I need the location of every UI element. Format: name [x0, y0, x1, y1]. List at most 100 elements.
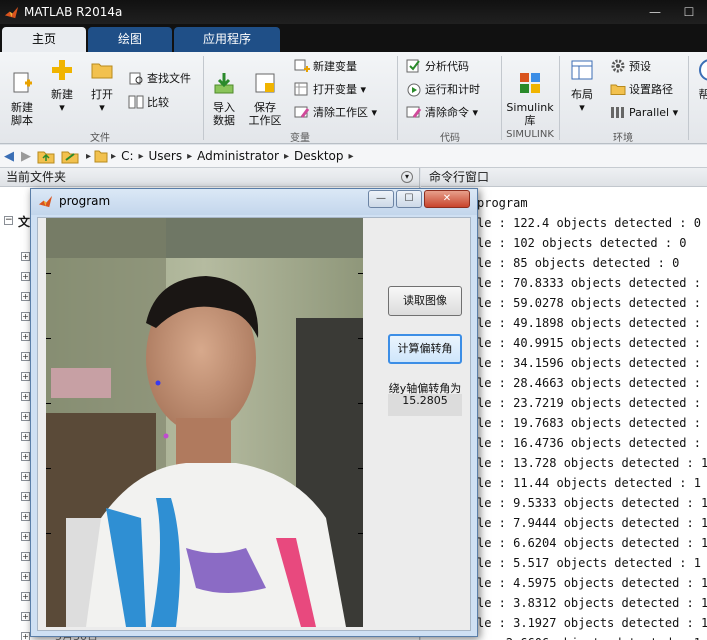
tree-expand-icon[interactable]: +: [21, 632, 30, 640]
command-output-line: le : 122.4 objects detected : 0: [477, 216, 701, 230]
chevron-right-icon: ▸: [187, 150, 193, 162]
maximize-icon[interactable]: ☐: [396, 190, 422, 208]
layout-button[interactable]: 布局 ▾: [566, 58, 598, 114]
breadcrumb-desktop[interactable]: Desktop: [294, 149, 344, 163]
tree-expand-icon[interactable]: +: [21, 612, 30, 621]
back-arrow-icon[interactable]: ◀: [4, 149, 14, 164]
program-title: program: [59, 194, 111, 208]
set-path-button[interactable]: 设置路径: [610, 79, 673, 99]
tree-expand-icon[interactable]: +: [21, 432, 30, 441]
axis-tick: [358, 403, 363, 404]
clear-workspace-button[interactable]: 清除工作区 ▾: [294, 102, 377, 122]
command-output-line: le : 59.0278 objects detected : 0: [477, 296, 707, 310]
analyze-code-button[interactable]: 分析代码: [406, 56, 469, 76]
tree-expand-icon[interactable]: +: [21, 412, 30, 421]
tree-expand-icon[interactable]: +: [21, 552, 30, 561]
tree-expand-icon[interactable]: +: [21, 352, 30, 361]
ribbon-divider: [397, 56, 398, 140]
chevron-right-icon: ▸: [283, 150, 289, 162]
tree-expand-icon[interactable]: +: [21, 252, 30, 261]
ribbon-divider: [203, 56, 204, 140]
tree-expand-icon[interactable]: +: [21, 532, 30, 541]
set-path-icon: [610, 84, 626, 95]
preferences-button[interactable]: 预设: [610, 56, 651, 76]
tab-apps[interactable]: 应用程序: [174, 27, 280, 52]
group-label-code: 代码: [440, 133, 460, 144]
command-output-line: le : 5.517 objects detected : 1: [477, 556, 701, 570]
tree-expand-icon[interactable]: +: [21, 472, 30, 481]
program-title-bar[interactable]: program — ☐ ✕: [31, 189, 477, 215]
layout-icon: [571, 60, 593, 80]
save-workspace-button[interactable]: 保存 工作区: [246, 58, 284, 127]
app-title-bar: MATLAB R2014a — ☐: [0, 0, 707, 24]
close-icon[interactable]: ✕: [424, 190, 470, 208]
breadcrumb-administrator[interactable]: Administrator: [197, 149, 279, 163]
read-image-button[interactable]: 读取图像: [388, 286, 462, 316]
parallel-button[interactable]: Parallel ▾: [610, 102, 678, 122]
run-and-time-button[interactable]: 运行和计时: [406, 79, 480, 99]
tree-expand-icon[interactable]: +: [21, 492, 30, 501]
open-variable-button[interactable]: 打开变量 ▾: [294, 79, 366, 99]
axis-tick: [46, 273, 51, 274]
breadcrumb-c[interactable]: C:: [121, 149, 133, 163]
tree-expand-icon[interactable]: +: [21, 312, 30, 321]
command-output-line: le : 102 objects detected : 0: [477, 236, 687, 250]
analyze-code-icon: [406, 59, 420, 73]
new-script-icon: [13, 72, 32, 93]
tree-expand-icon[interactable]: +: [21, 392, 30, 401]
command-output-line: e : 2.6606 objects detected : 1: [477, 636, 701, 640]
command-output-line: le : 9.5333 objects detected : 1: [477, 496, 707, 510]
forward-arrow-icon[interactable]: ▶: [21, 149, 31, 164]
import-data-button[interactable]: 导入 数据: [208, 58, 240, 127]
ribbon-toolbar: 新建 脚本 新建 ▾ 打开 ▾ 查找文件 比较 文件 导入 数据 保存 工作区 新建…: [0, 52, 707, 144]
command-output-line: le : 13.728 objects detected : 1: [477, 456, 707, 470]
minimize-icon[interactable]: —: [368, 190, 394, 208]
command-output-line: le : 11.44 objects detected : 1: [477, 476, 701, 490]
browse-folder-icon[interactable]: [61, 148, 79, 164]
chevron-down-icon: ▾: [472, 105, 479, 119]
compare-icon: [128, 95, 144, 109]
minimize-icon[interactable]: —: [637, 0, 673, 24]
command-output-line: le : 49.1898 objects detected : 0: [477, 316, 707, 330]
new-variable-button[interactable]: 新建变量: [294, 56, 357, 76]
chevron-down-icon: ▾: [672, 105, 679, 119]
tab-home[interactable]: 主页: [2, 27, 86, 52]
find-files-button[interactable]: 查找文件: [128, 68, 191, 88]
tree-expand-icon[interactable]: +: [21, 512, 30, 521]
axis-tick: [46, 338, 51, 339]
folder-icon: [91, 63, 113, 79]
group-label-environment: 环境: [613, 133, 633, 144]
command-output-line: le : 40.9915 objects detected : 1: [477, 336, 707, 350]
tree-expand-icon[interactable]: +: [21, 292, 30, 301]
simulink-library-button[interactable]: Simulink 库: [505, 58, 555, 127]
tree-collapse-icon[interactable]: −: [4, 216, 13, 225]
new-button[interactable]: 新建 ▾: [46, 58, 78, 114]
compute-angle-button[interactable]: 计算偏转角: [388, 334, 462, 364]
tree-expand-icon[interactable]: +: [21, 372, 30, 381]
open-button[interactable]: 打开 ▾: [86, 58, 118, 114]
breadcrumb-users[interactable]: Users: [149, 149, 183, 163]
tree-expand-icon[interactable]: +: [21, 452, 30, 461]
tree-expand-icon[interactable]: +: [21, 592, 30, 601]
open-variable-icon: [294, 82, 308, 96]
chevron-right-icon: ▸: [111, 150, 117, 162]
panel-menu-icon[interactable]: ▾: [401, 171, 413, 183]
up-folder-icon[interactable]: [37, 148, 55, 164]
new-script-button[interactable]: 新建 脚本: [4, 58, 40, 127]
command-output-line: le : 6.6204 objects detected : 1: [477, 536, 707, 550]
help-button[interactable]: 帮: [694, 58, 707, 101]
command-output-line: le : 3.8312 objects detected : 1: [477, 596, 707, 610]
simulink-library-icon: [520, 73, 540, 93]
command-output-line: le : 3.1927 objects detected : 1: [477, 616, 707, 630]
clear-commands-button[interactable]: 清除命令 ▾: [406, 102, 478, 122]
maximize-icon[interactable]: ☐: [671, 0, 707, 24]
tree-expand-icon[interactable]: +: [21, 272, 30, 281]
command-output-line: le : 28.4663 objects detected : 1: [477, 376, 707, 390]
tree-expand-icon[interactable]: +: [21, 332, 30, 341]
captured-photo: [46, 218, 363, 627]
command-output-line: program: [477, 196, 528, 210]
chevron-right-icon: ▸: [86, 150, 92, 162]
compare-button[interactable]: 比较: [128, 92, 169, 112]
tree-expand-icon[interactable]: +: [21, 572, 30, 581]
tab-plots[interactable]: 绘图: [88, 27, 172, 52]
